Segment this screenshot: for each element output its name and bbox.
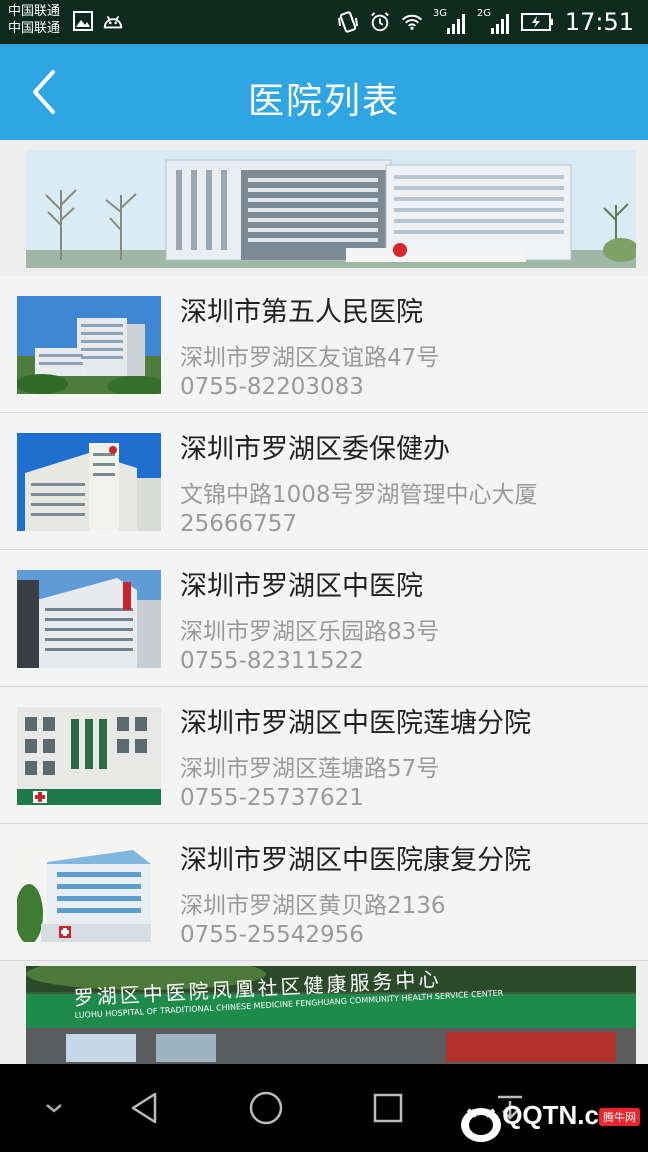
- home-circle-icon: [249, 1091, 283, 1125]
- hospital-name: 深圳市第五人民医院: [180, 297, 423, 328]
- signal-3g-icon: 3G: [433, 8, 467, 36]
- hospital-thumbnail: [17, 707, 161, 805]
- image-icon: [72, 10, 94, 32]
- battery-charging-icon: [520, 11, 555, 33]
- network-type-1: 3G: [432, 8, 447, 19]
- recents-nav-button[interactable]: [364, 1084, 412, 1132]
- signal-2g-icon: 2G: [477, 8, 511, 36]
- network-type-2: 2G: [476, 8, 491, 19]
- hospital-list: 深圳市第五人民医院 深圳市罗湖区友谊路47号 0755-82203083 深圳市…: [0, 276, 648, 961]
- hospital-phone: 0755-82203083: [180, 374, 364, 400]
- page-title: 医院列表: [247, 81, 400, 122]
- chevron-down-icon: [46, 1104, 62, 1113]
- carrier-label-2: 中国联通: [8, 21, 61, 36]
- wifi-icon: [401, 11, 423, 33]
- android-icon: [102, 10, 124, 32]
- carrier-labels: 中国联通 中国联通: [8, 3, 60, 37]
- recents-square-icon: [373, 1093, 403, 1123]
- status-bar: 中国联通 中国联通 3G 2G 17:51: [0, 0, 648, 44]
- hospital-thumbnail: [17, 844, 161, 942]
- hospital-thumbnail: [17, 570, 161, 668]
- hospital-address: 文锦中路1008号罗湖管理中心大厦: [180, 482, 538, 508]
- hospital-banner-image[interactable]: [26, 150, 636, 268]
- clock-time: 17:51: [564, 8, 634, 36]
- app-header: 医院列表: [0, 44, 648, 140]
- carrier-label-1: 中国联通: [8, 4, 61, 19]
- hospital-thumbnail: [17, 296, 161, 394]
- hospital-list-item[interactable]: 深圳市罗湖区中医院莲塘分院 深圳市罗湖区莲塘路57号 0755-25737621: [0, 687, 648, 824]
- hospital-list-item[interactable]: 深圳市罗湖区中医院 深圳市罗湖区乐园路83号 0755-82311522: [0, 550, 648, 687]
- hospital-phone: 0755-25737621: [180, 785, 364, 811]
- collapse-button[interactable]: [30, 1084, 78, 1132]
- hospital-address: 深圳市罗湖区黄贝路2136: [180, 893, 446, 919]
- hospital-phone: 0755-25542956: [180, 922, 364, 948]
- hospital-phone: 25666757: [180, 511, 298, 537]
- community-center-photo[interactable]: 罗湖区中医院凤凰社区健康服务中心 LUOHU HOSPITAL OF TRADI…: [26, 966, 636, 1064]
- hospital-address: 深圳市罗湖区莲塘路57号: [180, 756, 440, 782]
- hospital-list-item[interactable]: 深圳市罗湖区委保健办 文锦中路1008号罗湖管理中心大厦 25666757: [0, 413, 648, 550]
- qqtn-logo-icon: [461, 1108, 501, 1142]
- hospital-name: 深圳市罗湖区委保健办: [180, 434, 450, 465]
- watermark-tag: 腾牛网: [599, 1108, 640, 1126]
- home-nav-button[interactable]: [242, 1084, 290, 1132]
- hospital-thumbnail: [17, 433, 161, 531]
- hospital-name: 深圳市罗湖区中医院: [180, 571, 423, 602]
- hospital-address: 深圳市罗湖区友谊路47号: [180, 345, 440, 371]
- back-triangle-icon: [131, 1092, 157, 1124]
- alarm-icon: [369, 11, 391, 33]
- hospital-list-item[interactable]: 深圳市第五人民医院 深圳市罗湖区友谊路47号 0755-82203083: [0, 276, 648, 413]
- back-nav-button[interactable]: [120, 1084, 168, 1132]
- vibrate-icon: [337, 11, 359, 33]
- hospital-list-item[interactable]: 深圳市罗湖区中医院康复分院 深圳市罗湖区黄贝路2136 0755-2554295…: [0, 824, 648, 961]
- hospital-name: 深圳市罗湖区中医院康复分院: [180, 845, 531, 876]
- hospital-name: 深圳市罗湖区中医院莲塘分院: [180, 708, 531, 739]
- hospital-phone: 0755-82311522: [180, 648, 364, 674]
- watermark-logo: [458, 1102, 504, 1144]
- hospital-address: 深圳市罗湖区乐园路83号: [180, 619, 440, 645]
